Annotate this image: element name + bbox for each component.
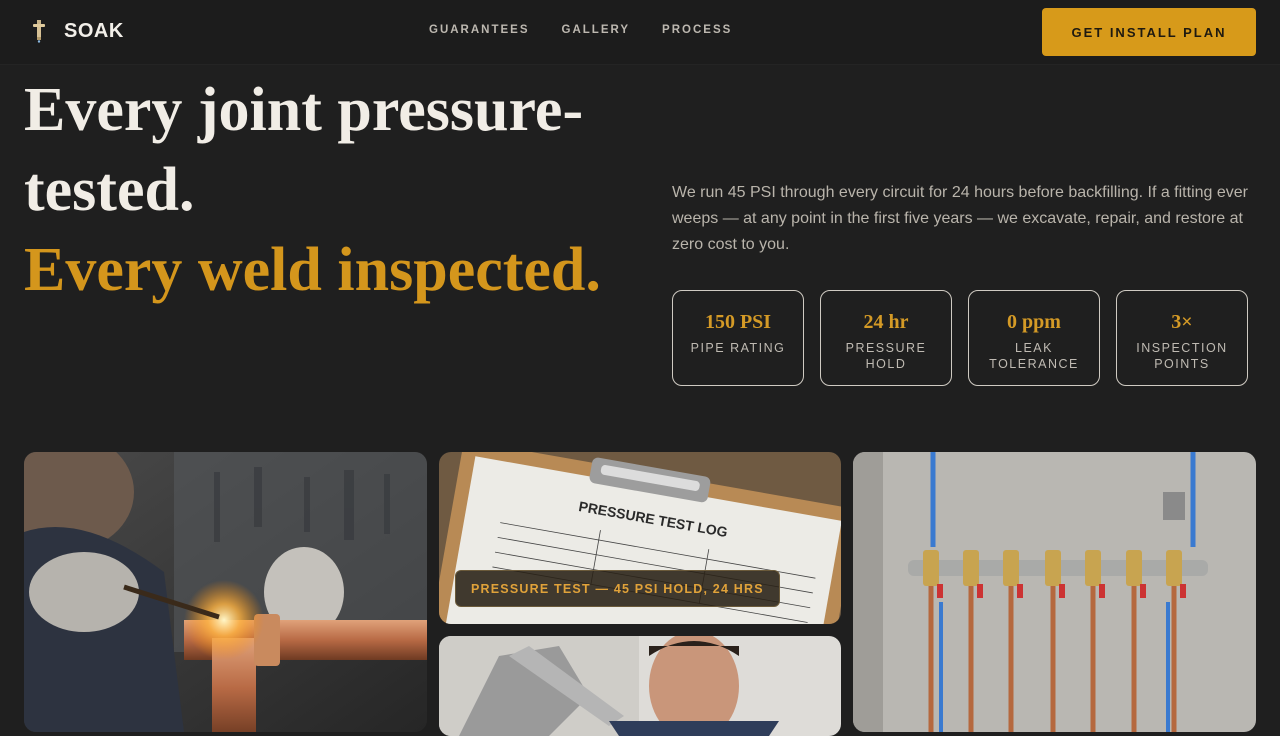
site-header: SOAK GUARANTEES GALLERY PROCESS GET INST…: [0, 0, 1280, 65]
stat-label: PRESSURE HOLD: [845, 341, 927, 371]
stat-label: INSPECTION POINTS: [1136, 341, 1228, 371]
headline-line-1: Every joint pressure-tested.: [24, 76, 584, 224]
brand-name: SOAK: [64, 19, 124, 42]
stat-card: 0 ppm LEAK TOLERANCE: [968, 290, 1100, 386]
pressure-test-caption: PRESSURE TEST — 45 PSI HOLD, 24 HRS: [455, 570, 780, 607]
manifold-photo[interactable]: [853, 452, 1256, 732]
stat-value: 3×: [1171, 311, 1193, 333]
plumber-photo[interactable]: [439, 636, 841, 736]
stat-value: 0 ppm: [1007, 311, 1061, 333]
stats-row: 150 PSI PIPE RATING 24 hr PRESSURE HOLD …: [672, 290, 1264, 386]
stat-value: 150 PSI: [704, 311, 772, 333]
hero-headline: Every joint pressure-tested. Every weld …: [24, 70, 664, 310]
stat-card: 3× INSPECTION POINTS: [1116, 290, 1248, 386]
stat-label: PIPE RATING: [690, 341, 786, 355]
stat-value: 24 hr: [863, 311, 909, 333]
stat-card: 150 PSI PIPE RATING: [672, 290, 804, 386]
hero-blurb: We run 45 PSI through every circuit for …: [672, 184, 1248, 253]
stat-label: LEAK TOLERANCE: [989, 341, 1079, 371]
brand-logo[interactable]: SOAK: [30, 19, 124, 43]
nav-process[interactable]: PROCESS: [662, 24, 732, 36]
headline-line-2: Every weld inspected.: [24, 236, 601, 304]
tap-icon: [33, 20, 45, 43]
welding-photo[interactable]: [24, 452, 427, 732]
get-install-plan-button[interactable]: GET INSTALL PLAN: [1042, 8, 1256, 56]
stat-card: 24 hr PRESSURE HOLD: [820, 290, 952, 386]
nav-guarantees[interactable]: GUARANTEES: [429, 24, 530, 36]
main-nav: GUARANTEES GALLERY PROCESS: [429, 24, 764, 36]
nav-gallery[interactable]: GALLERY: [562, 24, 631, 36]
